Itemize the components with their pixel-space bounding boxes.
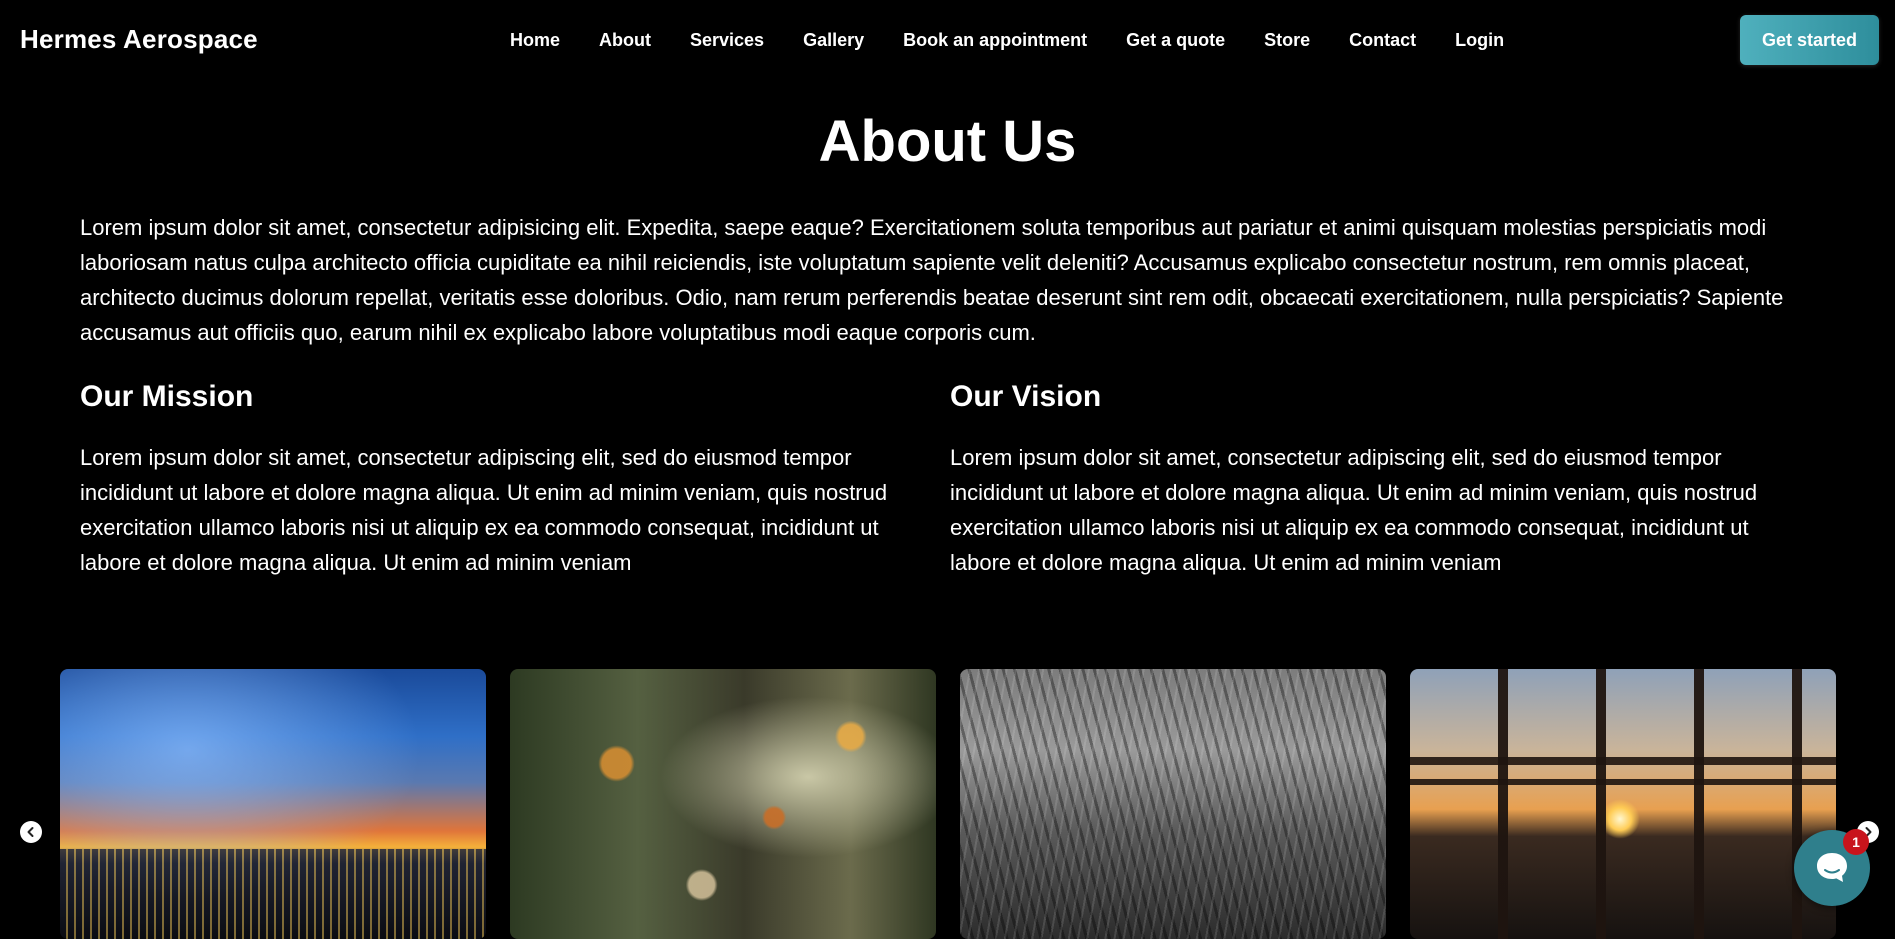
nav-link-store[interactable]: Store xyxy=(1264,30,1310,51)
nav-link-gallery[interactable]: Gallery xyxy=(803,30,864,51)
city-lights xyxy=(60,849,486,939)
brand-logo[interactable]: Hermes Aerospace xyxy=(20,24,258,55)
chevron-left-icon[interactable] xyxy=(20,821,42,843)
gallery-image-autumn-leaves[interactable] xyxy=(510,669,936,939)
fence-bars xyxy=(1410,669,1836,939)
chat-notification-badge: 1 xyxy=(1843,829,1869,855)
vision-text: Lorem ipsum dolor sit amet, consectetur … xyxy=(950,445,1758,575)
nav-link-about[interactable]: About xyxy=(599,30,651,51)
nav-link-contact[interactable]: Contact xyxy=(1349,30,1416,51)
mission-heading: Our Mission xyxy=(80,380,254,413)
get-started-button[interactable]: Get started xyxy=(1740,15,1879,65)
gallery-image-highway-sunset[interactable] xyxy=(1410,669,1836,939)
gallery-image-city-skyline[interactable] xyxy=(60,669,486,939)
nav-link-get-quote[interactable]: Get a quote xyxy=(1126,30,1225,51)
gallery-image-grass[interactable] xyxy=(960,669,1386,939)
about-intro-text: Lorem ipsum dolor sit amet, consectetur … xyxy=(80,215,1784,345)
chat-bubble-icon xyxy=(1817,853,1847,882)
main-nav: Home About Services Gallery Book an appo… xyxy=(510,30,1543,51)
nav-link-home[interactable]: Home xyxy=(510,30,560,51)
site-header: Hermes Aerospace Home About Services Gal… xyxy=(0,0,1895,84)
nav-link-book-appointment[interactable]: Book an appointment xyxy=(903,30,1087,51)
mission-text: Lorem ipsum dolor sit amet, consectetur … xyxy=(80,445,888,575)
nav-link-login[interactable]: Login xyxy=(1455,30,1504,51)
nav-link-services[interactable]: Services xyxy=(690,30,764,51)
page-title: About Us xyxy=(818,109,1077,174)
vision-heading: Our Vision xyxy=(950,380,1102,413)
